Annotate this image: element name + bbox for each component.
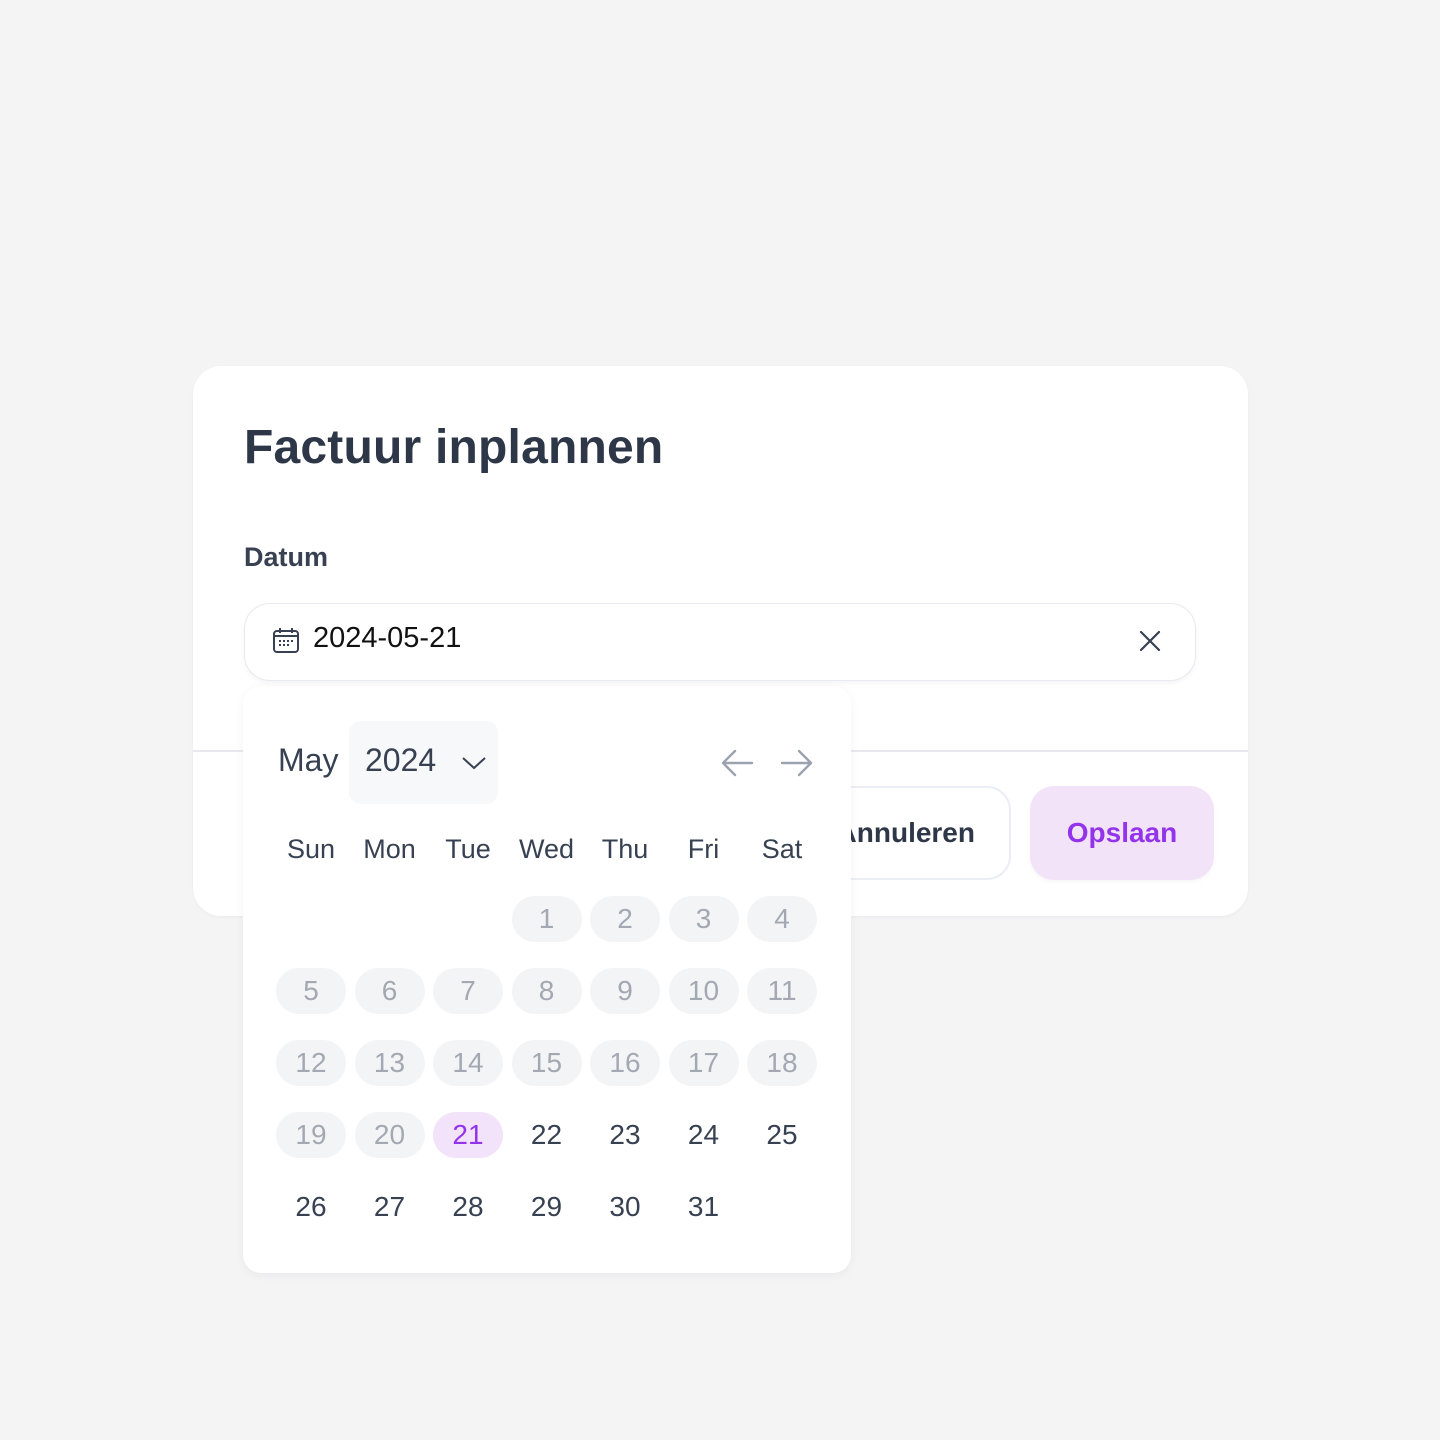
date-value: 2024-05-21 [313,622,462,654]
calendar-day: 8 [511,968,582,1014]
calendar-day[interactable]: 22 [512,1112,582,1158]
calendar-day[interactable]: 29 [512,1184,582,1230]
calendar-day: 15 [511,1040,582,1086]
calendar-day: 16 [590,1040,660,1086]
calendar-icon [273,628,299,653]
weekday-header: Tue [445,834,491,864]
calendar-day: 6 [354,968,425,1014]
weekday-header: Sun [286,834,336,864]
year-select[interactable]: 2024 [349,721,498,804]
calendar-day: 7 [433,968,503,1014]
previous-month-button[interactable] [720,748,754,778]
chevron-down-icon [462,757,486,770]
calendar-day-selected[interactable]: 21 [433,1112,503,1158]
close-icon[interactable] [1137,628,1163,654]
calendar-day: 13 [354,1040,425,1086]
calendar-day: 10 [668,968,739,1014]
date-picker-popover: May 2024 Sun Mon Tue Wed Thu Fri Sat 1 2 3 4 5 6 7 8 9 1… [243,686,851,1273]
calendar-day: 12 [276,1040,346,1086]
calendar-day[interactable]: 30 [590,1184,660,1230]
dialog-title: Factuur inplannen [244,421,664,474]
weekday-header: Sat [761,834,803,864]
calendar-day[interactable]: 27 [355,1184,425,1230]
calendar-day: 1 [511,896,582,942]
calendar-day: 18 [747,1040,817,1086]
date-label: Datum [244,542,329,572]
calendar-day: 2 [590,896,660,942]
weekday-header: Fri [687,834,720,864]
year-value: 2024 [365,742,437,778]
calendar-day: 17 [668,1040,739,1086]
calendar-day: 5 [276,968,346,1014]
calendar-day: 14 [433,1040,503,1086]
calendar-day: 20 [354,1112,425,1158]
calendar-day[interactable]: 31 [669,1184,739,1230]
weekday-header: Wed [518,834,575,864]
calendar-day[interactable]: 28 [433,1184,503,1230]
next-month-button[interactable] [780,748,814,778]
calendar-day: 3 [668,896,739,942]
month-label: May [278,742,339,778]
date-input[interactable]: 2024-05-21 [244,603,1196,681]
calendar-day: 4 [747,896,817,942]
calendar-day[interactable]: 26 [276,1184,346,1230]
calendar-day: 11 [747,968,817,1014]
calendar-day: 9 [590,968,660,1014]
calendar-day[interactable]: 25 [747,1112,817,1158]
weekday-header: Thu [601,834,649,864]
calendar-day[interactable]: 23 [590,1112,660,1158]
calendar-day[interactable]: 24 [669,1112,739,1158]
weekday-header: Mon [363,834,416,864]
calendar-day: 19 [276,1112,346,1158]
save-button[interactable]: Opslaan [1030,786,1214,880]
